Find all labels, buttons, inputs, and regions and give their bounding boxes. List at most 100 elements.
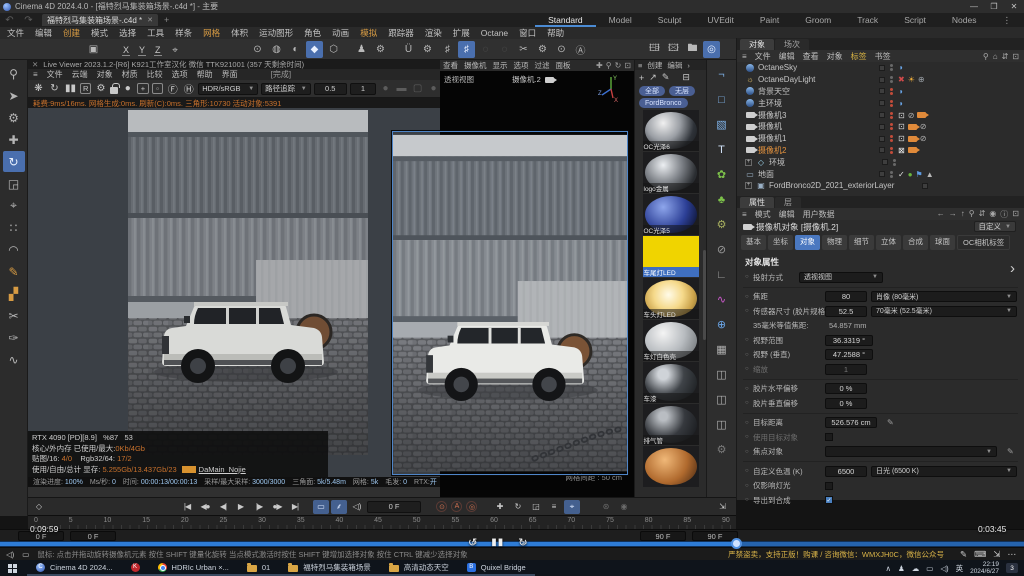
workspace-tab-track[interactable]: Track	[844, 13, 891, 27]
viewport-rotate-icon[interactable]: ↻	[615, 61, 622, 70]
tab-takes[interactable]: 场次	[775, 39, 809, 50]
lv-menu-options[interactable]: 选项	[172, 69, 188, 80]
key-position-icon[interactable]: ✚	[492, 500, 508, 514]
workspace-tab-standard[interactable]: Standard	[535, 13, 596, 27]
focal-preset-dropdown[interactable]: 肖像 (80毫米)▼	[871, 291, 1017, 302]
menu-edit[interactable]: 编辑	[35, 27, 52, 39]
mat-menu-edit[interactable]: 编辑	[667, 60, 682, 71]
tray-volume-icon[interactable]: ◁)	[940, 564, 948, 573]
protection-tag-icon[interactable]: ⊡	[898, 134, 905, 143]
viewport-maximize-icon[interactable]: ⊡	[624, 61, 631, 70]
lv-menu-cloud[interactable]: 云端	[72, 69, 88, 80]
environment-tag-icon[interactable]: ◑	[898, 99, 903, 108]
tab-objects[interactable]: 对象	[740, 39, 774, 50]
vp-menu-display[interactable]: 显示	[493, 60, 508, 71]
axis-y-button[interactable]: Y	[138, 45, 146, 56]
live-viewer-titlebar[interactable]: ✕ Live Viewer 2023.1.2-[R6] K921工作室汉化 微信…	[28, 60, 440, 69]
tweak-mode-icon[interactable]: ⚙	[3, 107, 25, 128]
only-light-checkbox[interactable]	[825, 482, 833, 490]
exposure-field[interactable]: 0.5	[314, 83, 347, 95]
object-row[interactable]: OctaneSky◑	[737, 62, 1024, 74]
range-start-field[interactable]: 0 F	[70, 531, 116, 541]
split-icon[interactable]: ✂	[515, 41, 532, 58]
workspace-tab-script[interactable]: Script	[891, 13, 939, 27]
rectangle-icon[interactable]: □	[718, 87, 725, 112]
zoom-icon[interactable]: ⚲	[3, 63, 25, 84]
chip-coords[interactable]: 坐标	[768, 235, 793, 250]
snap-poly-icon[interactable]: ⬡	[325, 41, 342, 58]
vp-menu-filter[interactable]: 过滤	[535, 60, 550, 71]
tray-cloud-icon[interactable]: ☁	[912, 564, 920, 573]
attr-menu-userdata[interactable]: 用户数据	[803, 209, 835, 220]
chip-object[interactable]: 对象	[795, 235, 820, 250]
character-gear-icon[interactable]: ⚙	[372, 41, 389, 58]
pen-icon[interactable]: ✑	[3, 327, 25, 348]
up-icon[interactable]: ↑	[961, 209, 965, 220]
sensor-preset-dropdown[interactable]: 70毫米 (52.5毫米)▼	[871, 306, 1017, 317]
prev-frame-icon[interactable]: ◀|	[215, 500, 231, 514]
add-region-icon[interactable]: +	[137, 83, 149, 94]
om-menu-view[interactable]: 查看	[803, 51, 819, 62]
lv-menu-file[interactable]: 文件	[47, 69, 63, 80]
menu-octane[interactable]: Octane	[481, 28, 508, 38]
workplane-icon[interactable]: ⌖	[167, 42, 184, 59]
taskbar-item-folder-sky[interactable]: 高清动态天空	[380, 560, 458, 576]
popout-icon[interactable]: ⊡	[1012, 52, 1019, 61]
chip-details[interactable]: 细节	[849, 235, 874, 250]
tray-chevron-icon[interactable]: ∧	[885, 564, 891, 573]
enable-toggle[interactable]	[879, 77, 885, 83]
workspace-tab-uvedit[interactable]: UVEdit	[694, 13, 746, 27]
home-icon[interactable]: ⌂	[993, 52, 998, 61]
projection-dropdown[interactable]: 透视视图▼	[799, 272, 883, 283]
material-item[interactable]: 车头灯LED	[643, 278, 699, 319]
vp-menu-panel[interactable]: 面板	[556, 60, 571, 71]
fov-horizontal-field[interactable]: 36.3319 °	[825, 335, 873, 346]
tab-close-icon[interactable]: ✕	[147, 16, 153, 24]
enable-toggle[interactable]	[879, 171, 885, 177]
record-keyframe-icon[interactable]: ⊙	[436, 501, 447, 512]
render-region-icon[interactable]: ●	[121, 82, 134, 96]
material-item[interactable]: OC光泽5	[643, 194, 699, 235]
preset-dropdown[interactable]: 自定义▼	[974, 221, 1016, 232]
hamburger-icon[interactable]: ≡	[742, 52, 747, 61]
lv-menu-objects[interactable]: 对象	[97, 69, 113, 80]
taskbar-item-folder-01[interactable]: 01	[238, 560, 279, 576]
scale-icon[interactable]: ◲	[3, 173, 25, 194]
workspace-tab-sculpt[interactable]: Sculpt	[645, 13, 695, 27]
taskbar-item-folder-scene[interactable]: 福特烈马集装箱场景	[279, 560, 380, 576]
assign-material-icon[interactable]: ↗	[649, 72, 657, 83]
material-item-selected[interactable]: 车尾灯LED	[643, 236, 699, 277]
clock[interactable]: 22:192024/6/27	[970, 561, 999, 575]
temperature-preset-dropdown[interactable]: 日光 (6500 K)▼	[871, 466, 1017, 477]
keyframe-selection-icon[interactable]: ◎	[466, 501, 477, 512]
vp-menu-options[interactable]: 选项	[514, 60, 529, 71]
focus-picker-icon[interactable]: Ⓕ	[166, 82, 179, 96]
active-camera-label[interactable]: 摄像机.2	[512, 74, 554, 85]
menu-render[interactable]: 渲染	[425, 27, 442, 39]
marker-icon[interactable]: ◇	[31, 500, 47, 514]
om-menu-edit[interactable]: 编辑	[779, 51, 795, 62]
lock-icon[interactable]: ◉	[989, 209, 996, 220]
soft-selection-icon[interactable]: ∷	[3, 217, 25, 238]
menu-create[interactable]: 创建	[63, 27, 80, 39]
sensor-size-field[interactable]: 52.5	[825, 306, 867, 317]
octane-camera-tag-icon[interactable]	[908, 136, 917, 142]
bend-icon[interactable]: ∿	[717, 287, 726, 312]
protection-tag-icon[interactable]: ⊠	[898, 146, 905, 155]
tab-attributes[interactable]: 属性	[740, 197, 774, 208]
sub-region-icon[interactable]: ▫	[152, 83, 164, 94]
viewport-pan-icon[interactable]: ✚	[596, 61, 603, 70]
protection-tag-icon[interactable]: ⊡	[898, 111, 905, 120]
info-icon[interactable]: ⓘ	[1000, 209, 1008, 220]
enable-toggle[interactable]	[879, 100, 885, 106]
stage3-icon[interactable]: ◫	[716, 412, 726, 437]
stage-icon[interactable]: ◫	[716, 362, 726, 387]
tray-person-icon[interactable]: ♟	[898, 564, 905, 573]
live-viewer-canvas[interactable]: RTX 4090 [PD][8.9] %87 53 核心/外内存 已使用/最大:…	[28, 108, 440, 487]
pencil-icon[interactable]: ✎	[960, 549, 967, 560]
hamburger-icon[interactable]: ≡	[33, 70, 38, 79]
sun-tag-icon[interactable]: ☀	[908, 75, 915, 84]
material-item[interactable]: logo金属	[643, 152, 699, 193]
chip-basic[interactable]: 基本	[741, 235, 766, 250]
search-icon[interactable]: ⚲	[983, 52, 989, 61]
